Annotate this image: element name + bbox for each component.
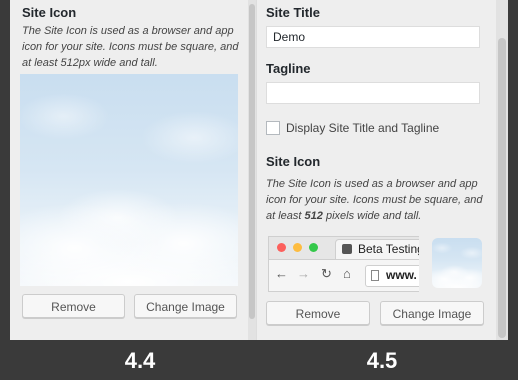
site-icon-heading-right: Site Icon (266, 154, 321, 169)
version-footer: 4.4 4.5 (0, 340, 518, 380)
app-icon-preview (432, 238, 482, 288)
back-arrow-icon: ← (275, 266, 288, 281)
right-scrollbar-thumb[interactable] (498, 38, 506, 338)
panel-divider (256, 0, 257, 340)
right-edge (508, 0, 518, 380)
left-edge (0, 0, 10, 380)
reload-icon: ↻ (321, 266, 332, 281)
address-bar: www. (365, 265, 419, 287)
display-title-checkbox[interactable] (266, 121, 280, 135)
red-dot-icon (277, 243, 286, 252)
left-scrollbar-thumb[interactable] (249, 4, 255, 319)
browser-preview: Beta Testing ← → ↻ ⌂ www. (268, 236, 419, 292)
tagline-label: Tagline (266, 61, 311, 76)
version-label-right: 4.5 (366, 348, 398, 373)
browser-tab: Beta Testing (335, 239, 419, 260)
green-dot-icon (309, 243, 318, 252)
browser-url: www. (386, 268, 417, 282)
home-icon: ⌂ (343, 266, 351, 281)
forward-arrow-icon: → (297, 266, 310, 281)
yellow-dot-icon (293, 243, 302, 252)
change-image-button-right[interactable]: Change Image (380, 301, 484, 325)
tagline-input[interactable] (266, 82, 480, 104)
site-title-label: Site Title (266, 5, 320, 20)
site-title-input[interactable]: Demo (266, 26, 480, 48)
site-icon-description: The Site Icon is used as a browser and a… (22, 25, 239, 69)
favicon-icon (342, 244, 352, 254)
remove-button-right[interactable]: Remove (266, 301, 370, 325)
browser-tab-title: Beta Testing (358, 242, 419, 256)
site-icon-image (20, 74, 238, 286)
panel-4-4: Site Icon The Site Icon is used as a bro… (10, 0, 248, 340)
page-icon (371, 270, 379, 281)
site-icon-heading: Site Icon (22, 5, 77, 20)
site-icon-description-right: The Site Icon is used as a browser and a… (266, 178, 483, 222)
version-label-left: 4.4 (124, 348, 156, 373)
browser-toolbar: ← → ↻ ⌂ www. (269, 259, 419, 291)
left-scrollbar[interactable] (248, 0, 256, 340)
display-title-checkbox-label: Display Site Title and Tagline (286, 121, 440, 135)
size-emphasis: 512 (304, 210, 323, 222)
change-image-button[interactable]: Change Image (134, 294, 237, 318)
remove-button[interactable]: Remove (22, 294, 125, 318)
right-scrollbar[interactable] (496, 0, 508, 340)
